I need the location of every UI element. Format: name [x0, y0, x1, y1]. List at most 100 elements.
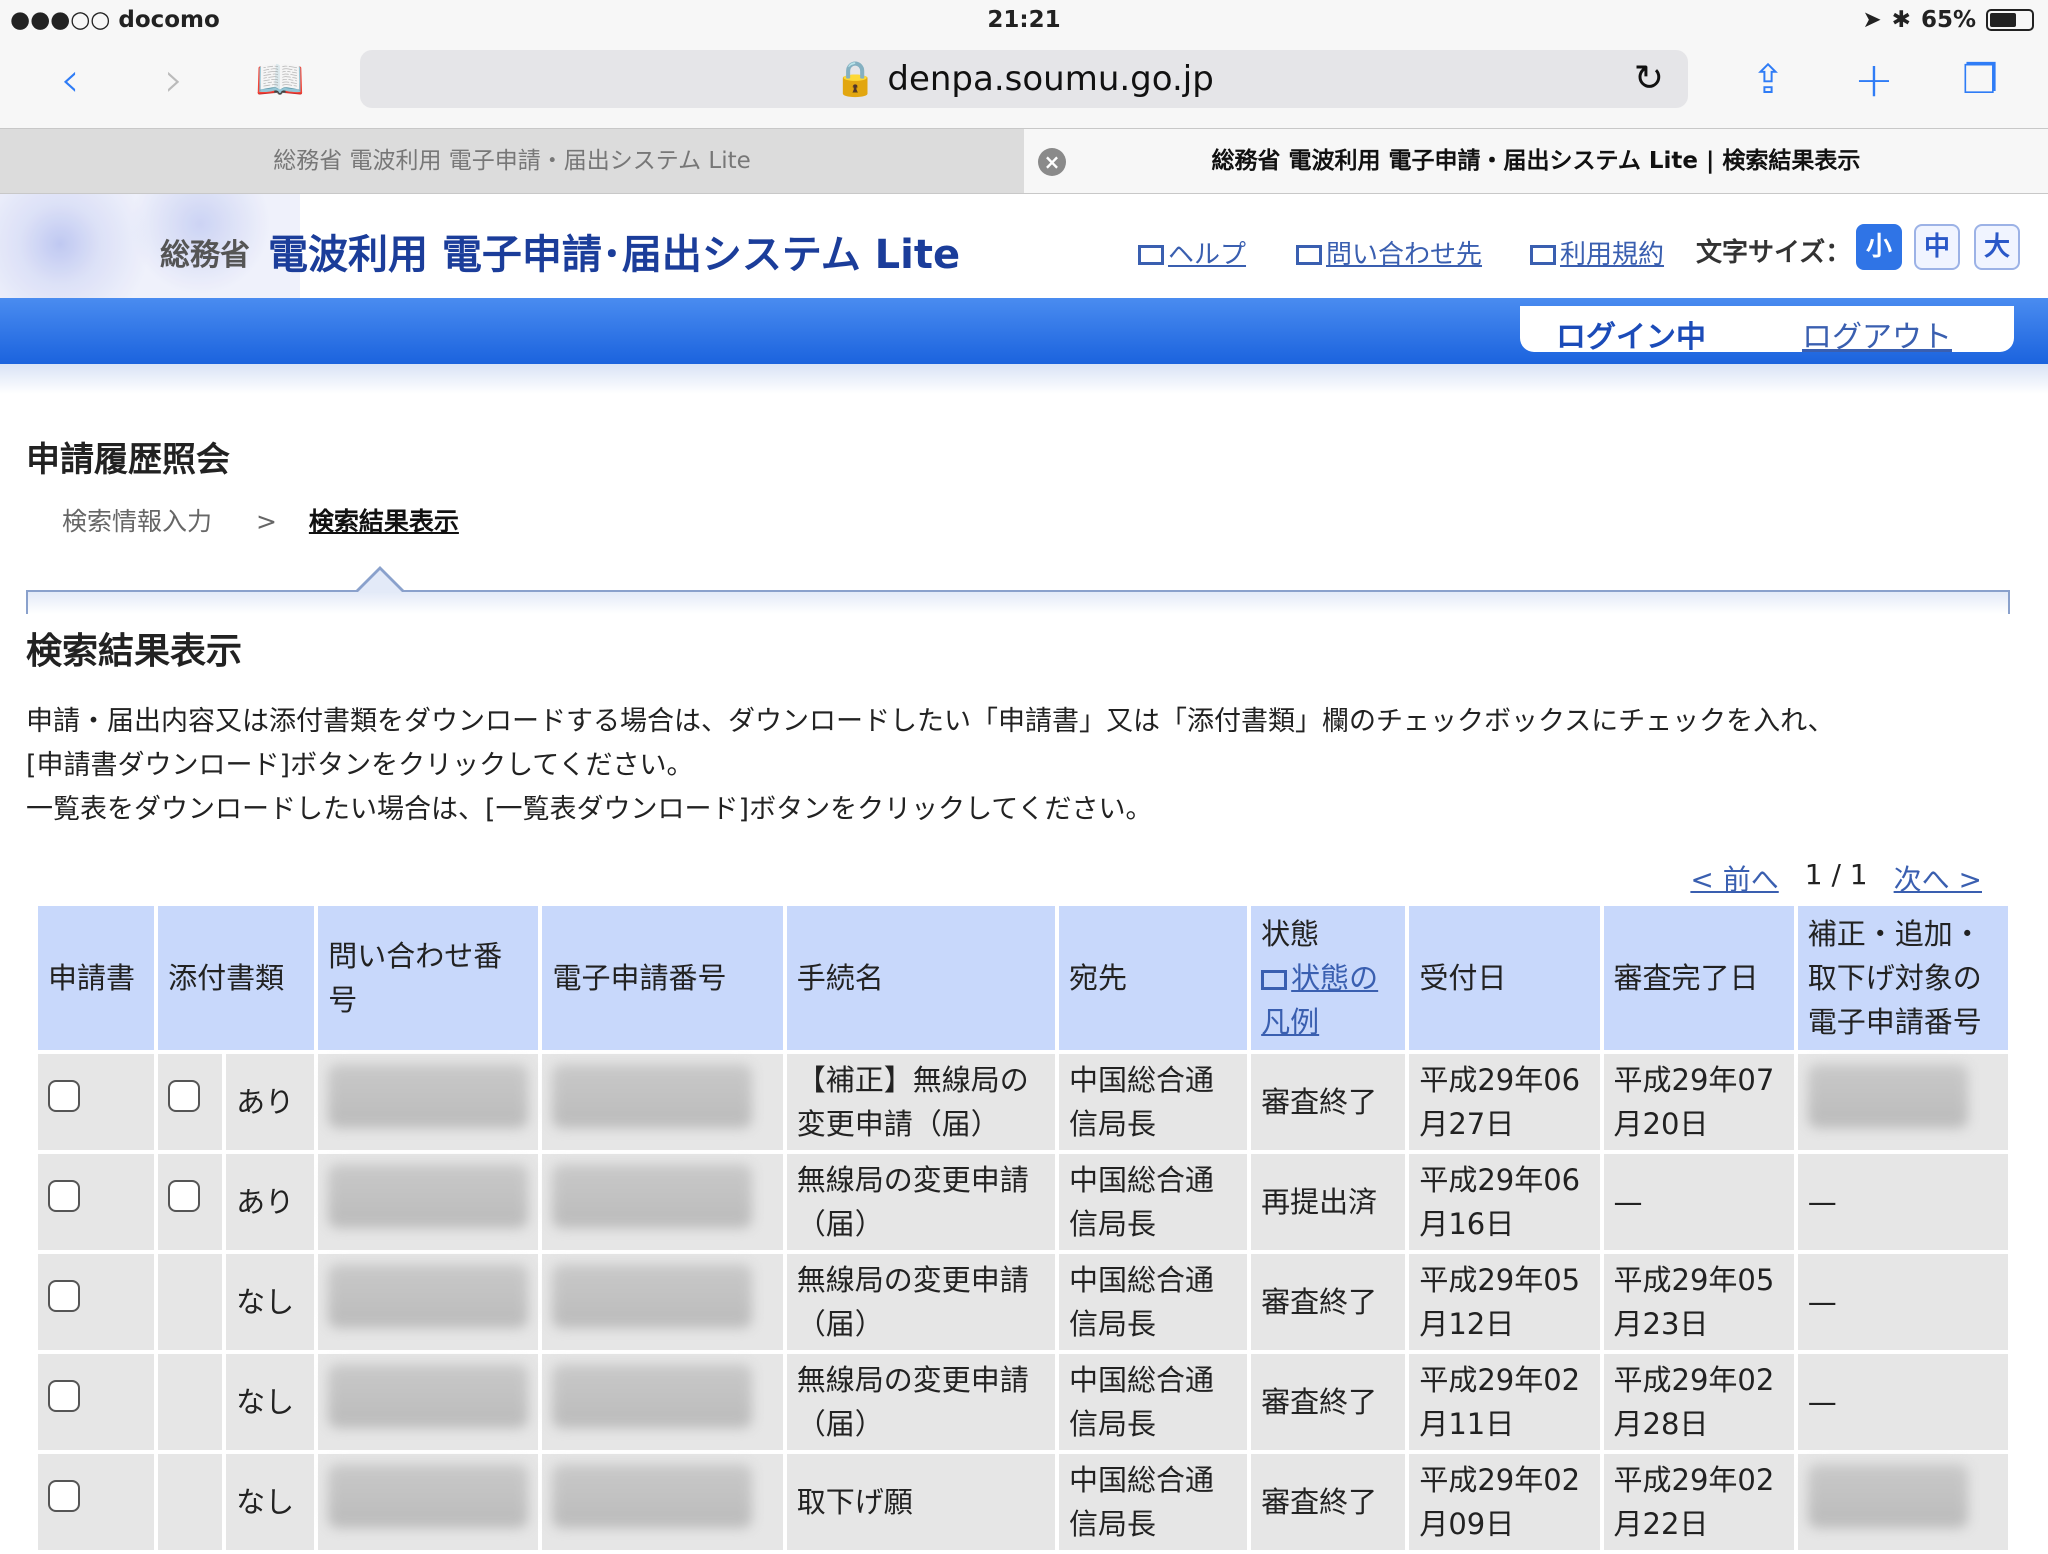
tab-active[interactable]: × 総務省 電波利用 電子申請・届出システム Lite | 検索結果表示	[1024, 129, 2048, 193]
application-checkbox[interactable]	[48, 1380, 80, 1412]
redacted-value	[552, 1364, 753, 1428]
contact-link[interactable]: 問い合わせ先	[1296, 234, 1482, 271]
instruction-line: [申請書ダウンロード]ボタンをクリックしてください。	[26, 750, 694, 781]
inquiry-no-redacted	[318, 1054, 539, 1150]
window-icon	[1296, 245, 1322, 265]
redacted-value	[552, 1464, 753, 1528]
col-attachment: 添付書類	[158, 906, 315, 1050]
col-completed: 審査完了日	[1603, 906, 1794, 1050]
redacted-value	[328, 1464, 529, 1528]
destination-cell: 中国総合通信局長	[1058, 1254, 1248, 1350]
inquiry-no-redacted	[318, 1354, 539, 1450]
related-value: —	[1807, 1285, 1837, 1319]
site-logo-art	[0, 194, 300, 298]
reload-icon[interactable]: ↻	[1634, 50, 1664, 108]
font-size-small-button[interactable]: 小	[1856, 224, 1902, 270]
new-tab-icon[interactable]: +	[1844, 50, 1904, 110]
related-cell: —	[1797, 1254, 2008, 1350]
share-icon[interactable]: ⇪	[1738, 50, 1798, 110]
bookmarks-icon[interactable]: 📖	[250, 50, 310, 110]
ministry-logo: 総務省	[160, 238, 250, 273]
status-bar: ●●●○○ docomo 21:21 ➤ ✱ 65%	[0, 0, 2048, 40]
font-size-label: 文字サイズ：	[1696, 238, 1852, 268]
tab-inactive[interactable]: 総務省 電波利用 電子申請・届出システム Lite	[0, 129, 1024, 193]
attachment-value: あり	[226, 1054, 315, 1150]
destination-cell: 中国総合通信局長	[1058, 1354, 1248, 1450]
received-cell: 平成29年06月16日	[1409, 1154, 1600, 1250]
status-cell: 審査終了	[1251, 1354, 1406, 1450]
tab-active-title: 総務省 電波利用 電子申請・届出システム Lite | 検索結果表示	[1211, 148, 1861, 174]
col-status: 状態 状態の凡例	[1251, 906, 1406, 1050]
inquiry-no-redacted	[318, 1254, 539, 1350]
location-icon: ➤	[1862, 7, 1882, 33]
breadcrumb: 検索情報入力 > 検索結果表示	[62, 502, 459, 538]
logout-link[interactable]: ログアウト	[1802, 312, 1952, 356]
redacted-value	[328, 1364, 529, 1428]
font-size-medium-button[interactable]: 中	[1914, 224, 1960, 270]
back-button[interactable]: ‹	[40, 50, 100, 110]
col-received: 受付日	[1409, 906, 1600, 1050]
application-checkbox[interactable]	[48, 1480, 80, 1512]
related-cell	[1797, 1054, 2008, 1150]
breadcrumb-separator: >	[255, 507, 277, 536]
e-app-no-redacted	[542, 1354, 783, 1450]
received-cell: 平成29年02月11日	[1409, 1354, 1600, 1450]
received-cell: 平成29年05月12日	[1409, 1254, 1600, 1350]
redacted-value	[1807, 1464, 1968, 1528]
bluetooth-icon: ✱	[1891, 7, 1911, 33]
instruction-line: 申請・届出内容又は添付書類をダウンロードする場合は、ダウンロードしたい「申請書」…	[26, 706, 1835, 737]
attachment-value: なし	[226, 1254, 315, 1350]
prev-page-link[interactable]: < 前へ	[1690, 858, 1778, 898]
redacted-value	[328, 1264, 529, 1328]
band-shadow	[0, 364, 2048, 394]
browser-toolbar: ‹ › 📖 🔒 denpa.soumu.go.jp ↻ ⇪ + ❐	[0, 40, 2048, 128]
received-cell: 平成29年06月27日	[1409, 1054, 1600, 1150]
e-app-no-redacted	[542, 1054, 783, 1150]
destination-cell: 中国総合通信局長	[1058, 1054, 1248, 1150]
close-tab-icon[interactable]: ×	[1038, 148, 1066, 176]
attachment-checkbox[interactable]	[168, 1180, 201, 1212]
status-right: ➤ ✱ 65%	[1862, 7, 2034, 33]
attachment-checkbox-cell	[158, 1254, 223, 1350]
clock: 21:21	[987, 7, 1061, 33]
col-procedure: 手続名	[786, 906, 1055, 1050]
attachment-checkbox[interactable]	[168, 1080, 201, 1112]
related-value: —	[1807, 1385, 1837, 1419]
next-page-link[interactable]: 次へ >	[1894, 858, 1982, 898]
status-legend-link[interactable]: 状態の凡例	[1261, 961, 1378, 1039]
col-related: 補正・追加・取下げ対象の電子申請番号	[1797, 906, 2008, 1050]
page-title: 申請履歴照会	[26, 440, 230, 480]
completed-cell: 平成29年05月23日	[1603, 1254, 1794, 1350]
section-title: 検索結果表示	[26, 631, 243, 672]
window-icon	[1261, 970, 1288, 990]
results-table: 申請書 添付書類 問い合わせ番号 電子申請番号 手続名 宛先 状態 状態の凡例 …	[34, 902, 2012, 1554]
completed-cell: —	[1603, 1154, 1794, 1250]
application-checkbox[interactable]	[48, 1180, 80, 1212]
instruction-line: 一覧表をダウンロードしたい場合は、[一覧表ダウンロード]ボタンをクリックしてくだ…	[26, 794, 1153, 825]
window-icon	[1530, 245, 1556, 265]
destination-cell: 中国総合通信局長	[1058, 1154, 1248, 1250]
application-checkbox-cell	[38, 1054, 155, 1150]
table-row: なし 無線局の変更申請（届） 中国総合通信局長 審査終了 平成29年02月11日 平成29…	[38, 1354, 2008, 1450]
breadcrumb-current: 検索結果表示	[308, 507, 459, 536]
breadcrumb-step-search: 検索情報入力	[62, 507, 213, 536]
application-checkbox[interactable]	[48, 1280, 80, 1312]
application-checkbox-cell	[38, 1354, 155, 1450]
font-size-large-button[interactable]: 大	[1974, 224, 2020, 270]
site-title: 電波利用 電子申請･届出システム Lite	[268, 232, 961, 278]
terms-link[interactable]: 利用規約	[1530, 234, 1664, 271]
status-cell: 再提出済	[1251, 1154, 1406, 1250]
status-cell: 審査終了	[1251, 1254, 1406, 1350]
completed-cell: 平成29年07月20日	[1603, 1054, 1794, 1150]
col-destination: 宛先	[1058, 906, 1248, 1050]
col-e-app-no: 電子申請番号	[542, 906, 783, 1050]
tabs-overview-icon[interactable]: ❐	[1950, 50, 2010, 110]
forward-button[interactable]: ›	[144, 50, 204, 110]
site-header: 総務省 電波利用 電子申請･届出システム Lite ヘルプ 問い合わせ先 利用規…	[0, 194, 2048, 298]
col-application: 申請書	[38, 906, 155, 1050]
help-link[interactable]: ヘルプ	[1138, 234, 1246, 271]
address-bar[interactable]: 🔒 denpa.soumu.go.jp ↻	[360, 50, 1688, 108]
redacted-value	[328, 1164, 529, 1228]
e-app-no-redacted	[542, 1254, 783, 1350]
application-checkbox[interactable]	[48, 1080, 80, 1112]
